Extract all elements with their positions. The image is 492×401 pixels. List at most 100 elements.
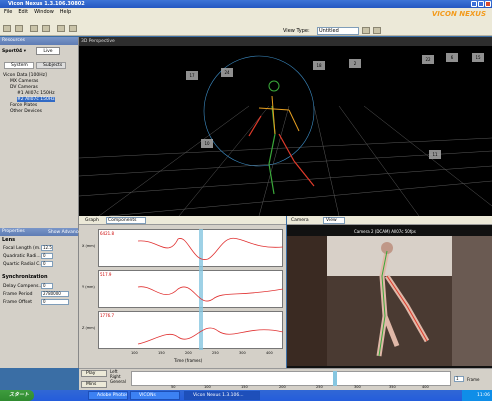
lens-section-title: Lens: [2, 237, 16, 243]
tree-item[interactable]: Force Plates: [10, 103, 37, 108]
graph-title: Graph: [85, 218, 99, 223]
sync-prop-value[interactable]: 0: [41, 283, 53, 289]
tree-item[interactable]: Other Devices: [10, 109, 42, 114]
save-view-icon[interactable]: [362, 27, 370, 34]
speed-field[interactable]: 1: [454, 376, 464, 382]
lens-prop-value[interactable]: 0: [41, 253, 53, 259]
menu-edit[interactable]: Edit: [18, 8, 28, 17]
z-curve: [137, 327, 283, 345]
camera-panel[interactable]: Camera View Camera 2 (DCAM) All07c 50fps: [287, 216, 492, 368]
camera-label[interactable]: 24: [221, 68, 233, 77]
camera-image: [287, 236, 492, 366]
camera-label[interactable]: 10: [201, 139, 213, 148]
x-axis-title: Time (frames): [174, 358, 203, 363]
camera-view-button[interactable]: View: [323, 217, 345, 224]
graph-header: Graph Components: [79, 216, 286, 225]
minimize-button[interactable]: [471, 1, 477, 7]
graph-curves: [137, 229, 283, 350]
tree-background: [0, 118, 78, 218]
tree-item[interactable]: #1 All07c 150Hz: [17, 91, 55, 96]
camera-label[interactable]: 17: [186, 71, 198, 80]
x-tick: 300: [239, 351, 246, 355]
x-curve: [137, 237, 283, 260]
axis-label: Z (mm): [82, 326, 96, 330]
tree-item[interactable]: DV Cameras: [10, 85, 38, 90]
tree-item[interactable]: Vicon Data [100Hz]: [3, 73, 47, 78]
sync-prop-value[interactable]: 2780000: [41, 291, 69, 297]
sync-section-title: Synchronization: [2, 274, 48, 280]
frame-label: Frame: [467, 377, 480, 382]
tree-item-selected[interactable]: #2 All07c 150Hz: [17, 97, 55, 102]
skeleton-right: [248, 115, 315, 187]
sync-prop-label: Delay Compens...: [3, 284, 43, 289]
lens-prop-label: Quartic Radial C...: [3, 262, 44, 267]
y-curve: [137, 286, 283, 302]
lens-prop-label: Focal Length (m...: [3, 246, 44, 251]
camera-label[interactable]: 18: [313, 61, 325, 70]
viewport-header: 3D Perspective: [79, 37, 492, 46]
axis-label: X (mm): [82, 244, 96, 248]
taskbar-item[interactable]: Adobe Photoshop: [88, 391, 128, 400]
camera-label[interactable]: 6: [446, 53, 458, 62]
timeline-bar: Play Mins Left Right General 50 100 150 …: [79, 368, 492, 390]
timeline-cursor[interactable]: [333, 371, 337, 386]
menu-bar: File Edit Window Help: [0, 8, 492, 17]
camera-label[interactable]: 2: [349, 59, 361, 68]
viewport-title: 3D Perspective: [81, 39, 115, 44]
camera-caption: Camera 2 (DCAM) All07c 50fps: [354, 229, 416, 234]
lens-prop-value[interactable]: 12.5: [41, 245, 53, 251]
sync-prop-value[interactable]: 0: [41, 299, 69, 305]
camera-header: Camera View: [287, 216, 492, 225]
system-tray: 11:06: [462, 390, 492, 401]
x-tick: 200: [185, 351, 192, 355]
live-button[interactable]: Live: [36, 47, 60, 55]
redo-icon[interactable]: [42, 25, 50, 32]
camera-label[interactable]: 15: [472, 53, 484, 62]
x-tick: 100: [131, 351, 138, 355]
play-button[interactable]: Play: [81, 370, 107, 377]
maximize-button[interactable]: [478, 1, 484, 7]
tree-item[interactable]: MX Cameras: [10, 79, 38, 84]
tab-subjects[interactable]: Subjects: [36, 62, 66, 69]
undo-icon[interactable]: [30, 25, 38, 32]
tab-system[interactable]: System: [4, 62, 34, 69]
skeleton-torso: [258, 95, 300, 135]
start-button[interactable]: スタート: [0, 390, 34, 401]
floor-grid: [79, 105, 492, 216]
taskbar-item[interactable]: VICONs: [130, 391, 180, 400]
clock: 11:06: [477, 393, 490, 398]
close-button[interactable]: [485, 1, 491, 7]
new-icon[interactable]: [3, 25, 11, 32]
sync-prop-label: Frame Offset: [3, 300, 32, 305]
timeline-mode-general[interactable]: General: [110, 379, 126, 384]
window-title: Vicon Nexus 1.3.106.30802: [8, 1, 85, 7]
view-type-label: View Type:: [283, 28, 310, 34]
skeleton-head: [268, 80, 280, 92]
mins-button[interactable]: Mins: [81, 381, 107, 388]
menu-file[interactable]: File: [4, 8, 12, 17]
pointer-icon[interactable]: [57, 25, 65, 32]
delete-view-icon[interactable]: [373, 27, 381, 34]
camera-label[interactable]: 11: [429, 150, 441, 159]
graph-mode-select[interactable]: Components: [106, 217, 146, 224]
graph-panel: Graph Components 6421.8 517.9 1776.7 X (…: [79, 216, 286, 368]
resources-panel: Resources Sport04 ▾ Live System Subjects…: [0, 37, 84, 368]
tool-icon[interactable]: [69, 25, 77, 32]
sync-prop-label: Frame Period: [3, 292, 33, 297]
menu-help[interactable]: Help: [60, 8, 71, 17]
x-tick: 400: [266, 351, 273, 355]
camera-title: Camera: [291, 218, 309, 223]
viewport-3d[interactable]: 3D Perspective 17 24 18 2 22 6 15 10 11: [79, 37, 492, 216]
window-controls: [471, 1, 491, 7]
menu-window[interactable]: Window: [34, 8, 54, 17]
open-icon[interactable]: [15, 25, 23, 32]
3d-scene: [79, 55, 492, 216]
camera-label[interactable]: 22: [422, 55, 434, 64]
timeline-track[interactable]: [131, 371, 451, 386]
taskbar-item-active[interactable]: Vicon Nexus 1.3.106...: [184, 391, 260, 400]
system-name[interactable]: Sport04 ▾: [2, 49, 26, 54]
view-type-select[interactable]: Untitled: [317, 27, 359, 35]
x-tick: 150: [158, 351, 165, 355]
window-title-bar: Vicon Nexus 1.3.106.30802: [0, 0, 492, 8]
lens-prop-value[interactable]: 0: [41, 261, 53, 267]
